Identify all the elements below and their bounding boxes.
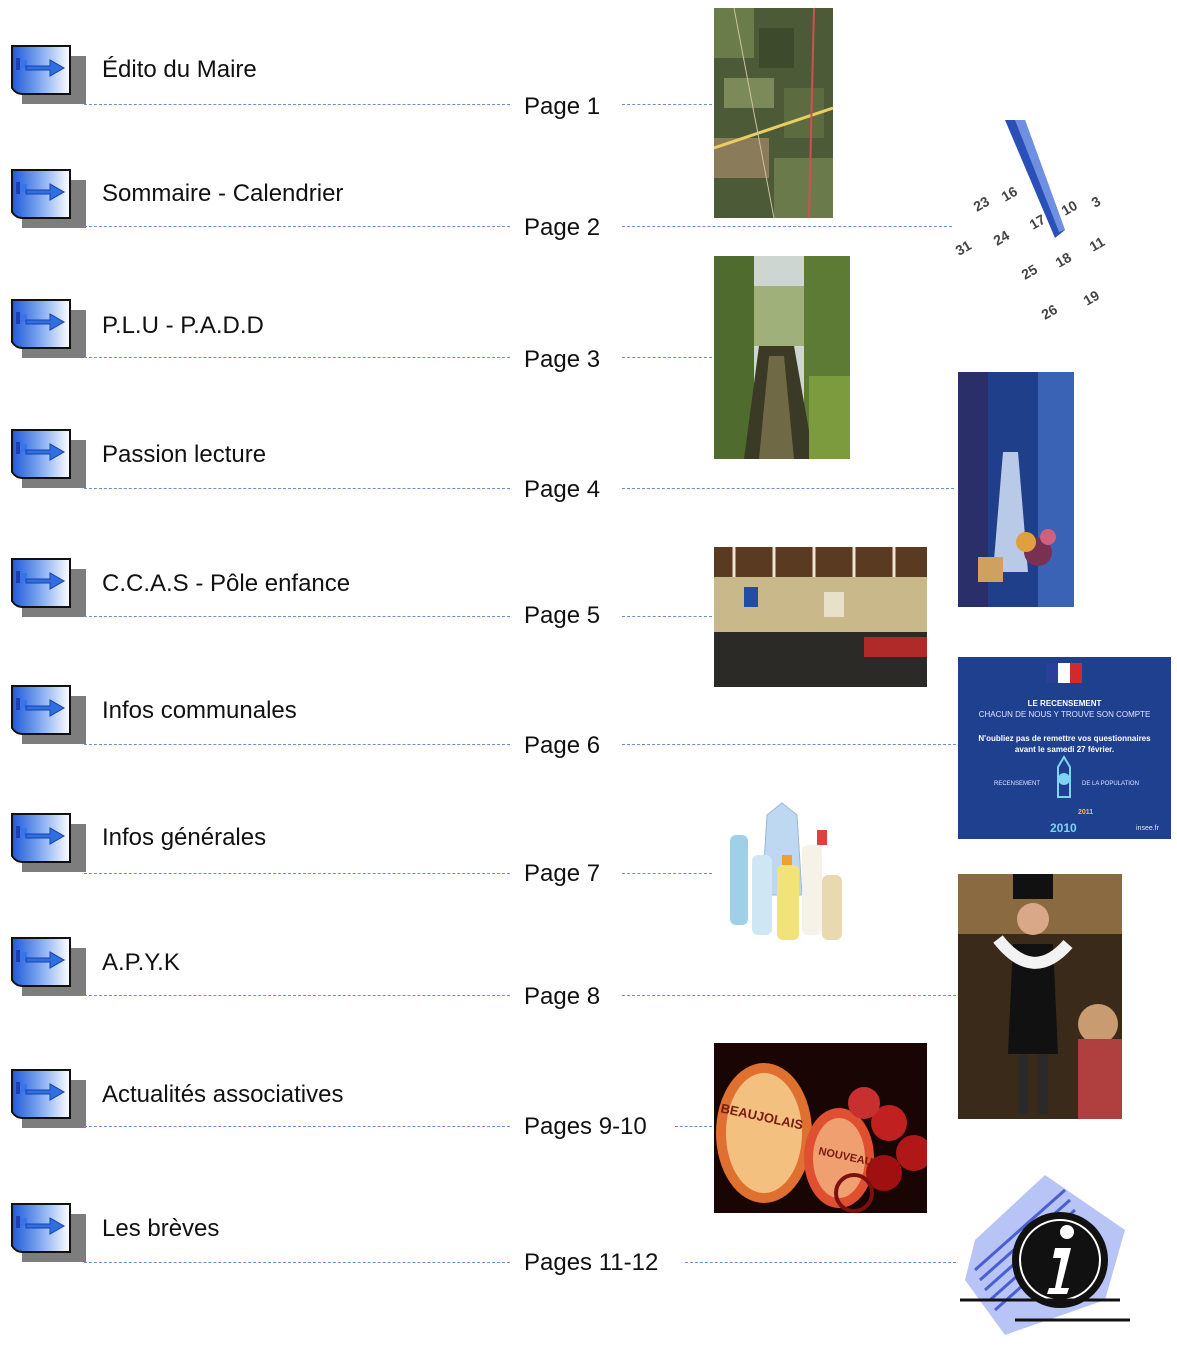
document-arrow-icon — [8, 168, 88, 232]
census-line4: avant le samedi 27 février. — [1014, 745, 1115, 754]
leader-dots — [84, 1126, 510, 1127]
toc-entry-title[interactable]: Infos communales — [102, 697, 297, 725]
leader-dots — [622, 744, 956, 745]
census-line1: LE RECENSEMENT — [1027, 699, 1102, 708]
leader-dots — [84, 488, 510, 489]
toc-entry-title[interactable]: C.C.A.S - Pôle enfance — [102, 570, 350, 598]
toc-entry-page[interactable]: Page 6 — [524, 732, 600, 760]
toc-entry-title[interactable]: A.P.Y.K — [102, 949, 180, 977]
leader-dots — [84, 995, 510, 996]
toc-entry-page[interactable]: Page 4 — [524, 476, 600, 504]
document-arrow-icon — [8, 1068, 88, 1132]
cabaret-photo-image — [958, 874, 1122, 1119]
river-image — [714, 256, 850, 459]
leader-dots — [622, 488, 954, 489]
census-line3: N'oubliez pas de remettre vos questionna… — [978, 734, 1151, 743]
census-left-word: RECENSEMENT — [994, 781, 1041, 787]
document-arrow-icon — [8, 812, 88, 876]
toc-entry-page[interactable]: Page 5 — [524, 602, 600, 630]
census-year: 2010 — [1050, 821, 1077, 835]
leader-dots — [622, 616, 712, 617]
document-arrow-icon — [8, 428, 88, 492]
leader-dots — [622, 357, 712, 358]
leader-dots — [84, 226, 510, 227]
census-year2: 2011 — [1078, 809, 1094, 816]
leader-dots — [622, 226, 952, 227]
leader-dots — [622, 873, 712, 874]
toc-entry-title[interactable]: Actualités associatives — [102, 1081, 343, 1109]
toc-entry-title[interactable]: Édito du Maire — [102, 56, 257, 84]
toc-entry-page[interactable]: Page 1 — [524, 93, 600, 121]
document-arrow-icon — [8, 44, 88, 108]
document-arrow-icon — [8, 684, 88, 748]
leader-dots — [675, 1126, 712, 1127]
document-arrow-icon — [8, 557, 88, 621]
document-arrow-icon — [8, 936, 88, 1000]
census-right-word: DE LA POPULATION — [1082, 781, 1139, 787]
beaujolais-barrels-image: BEAUJOLAIS NOUVEAU — [714, 1043, 927, 1213]
census-site: insee.fr — [1136, 825, 1159, 832]
leader-dots — [84, 616, 510, 617]
toc-entry-page[interactable]: Page 3 — [524, 346, 600, 374]
toc-entry-page[interactable]: Page 7 — [524, 860, 600, 888]
toc-entry-page[interactable]: Page 2 — [524, 214, 600, 242]
leader-dots — [84, 357, 510, 358]
toc-entry-title[interactable]: P.L.U - P.A.D.D — [102, 312, 264, 340]
document-arrow-icon — [8, 1202, 88, 1266]
census-poster-image: LE RECENSEMENT CHACUN DE NOUS Y TROUVE S… — [958, 657, 1171, 839]
leader-dots — [84, 873, 510, 874]
toc-entry-title[interactable]: Les brèves — [102, 1215, 219, 1243]
bottles-image — [722, 795, 860, 950]
leader-dots — [685, 1262, 956, 1263]
toc-entry-title[interactable]: Sommaire - Calendrier — [102, 180, 343, 208]
census-line2: CHACUN DE NOUS Y TROUVE SON COMPTE — [978, 710, 1151, 719]
leader-dots — [622, 995, 956, 996]
toc-entry-page[interactable]: Pages 11-12 — [524, 1249, 658, 1277]
document-arrow-icon — [8, 298, 88, 362]
toc-entry-page[interactable]: Pages 9-10 — [524, 1113, 647, 1141]
leader-dots — [622, 104, 712, 105]
info-icon-image — [955, 1170, 1140, 1345]
hall-photo-image — [714, 547, 927, 687]
painting-image — [958, 372, 1074, 607]
calendar-pen-image: 3 16 23 10 17 24 31 11 18 25 19 26 — [955, 120, 1115, 332]
leader-dots — [84, 744, 510, 745]
leader-dots — [84, 1262, 510, 1263]
toc-entry-title[interactable]: Passion lecture — [102, 441, 266, 469]
toc-entry-page[interactable]: Page 8 — [524, 983, 600, 1011]
map-image — [714, 8, 833, 218]
leader-dots — [84, 104, 510, 105]
toc-entry-title[interactable]: Infos générales — [102, 824, 266, 852]
